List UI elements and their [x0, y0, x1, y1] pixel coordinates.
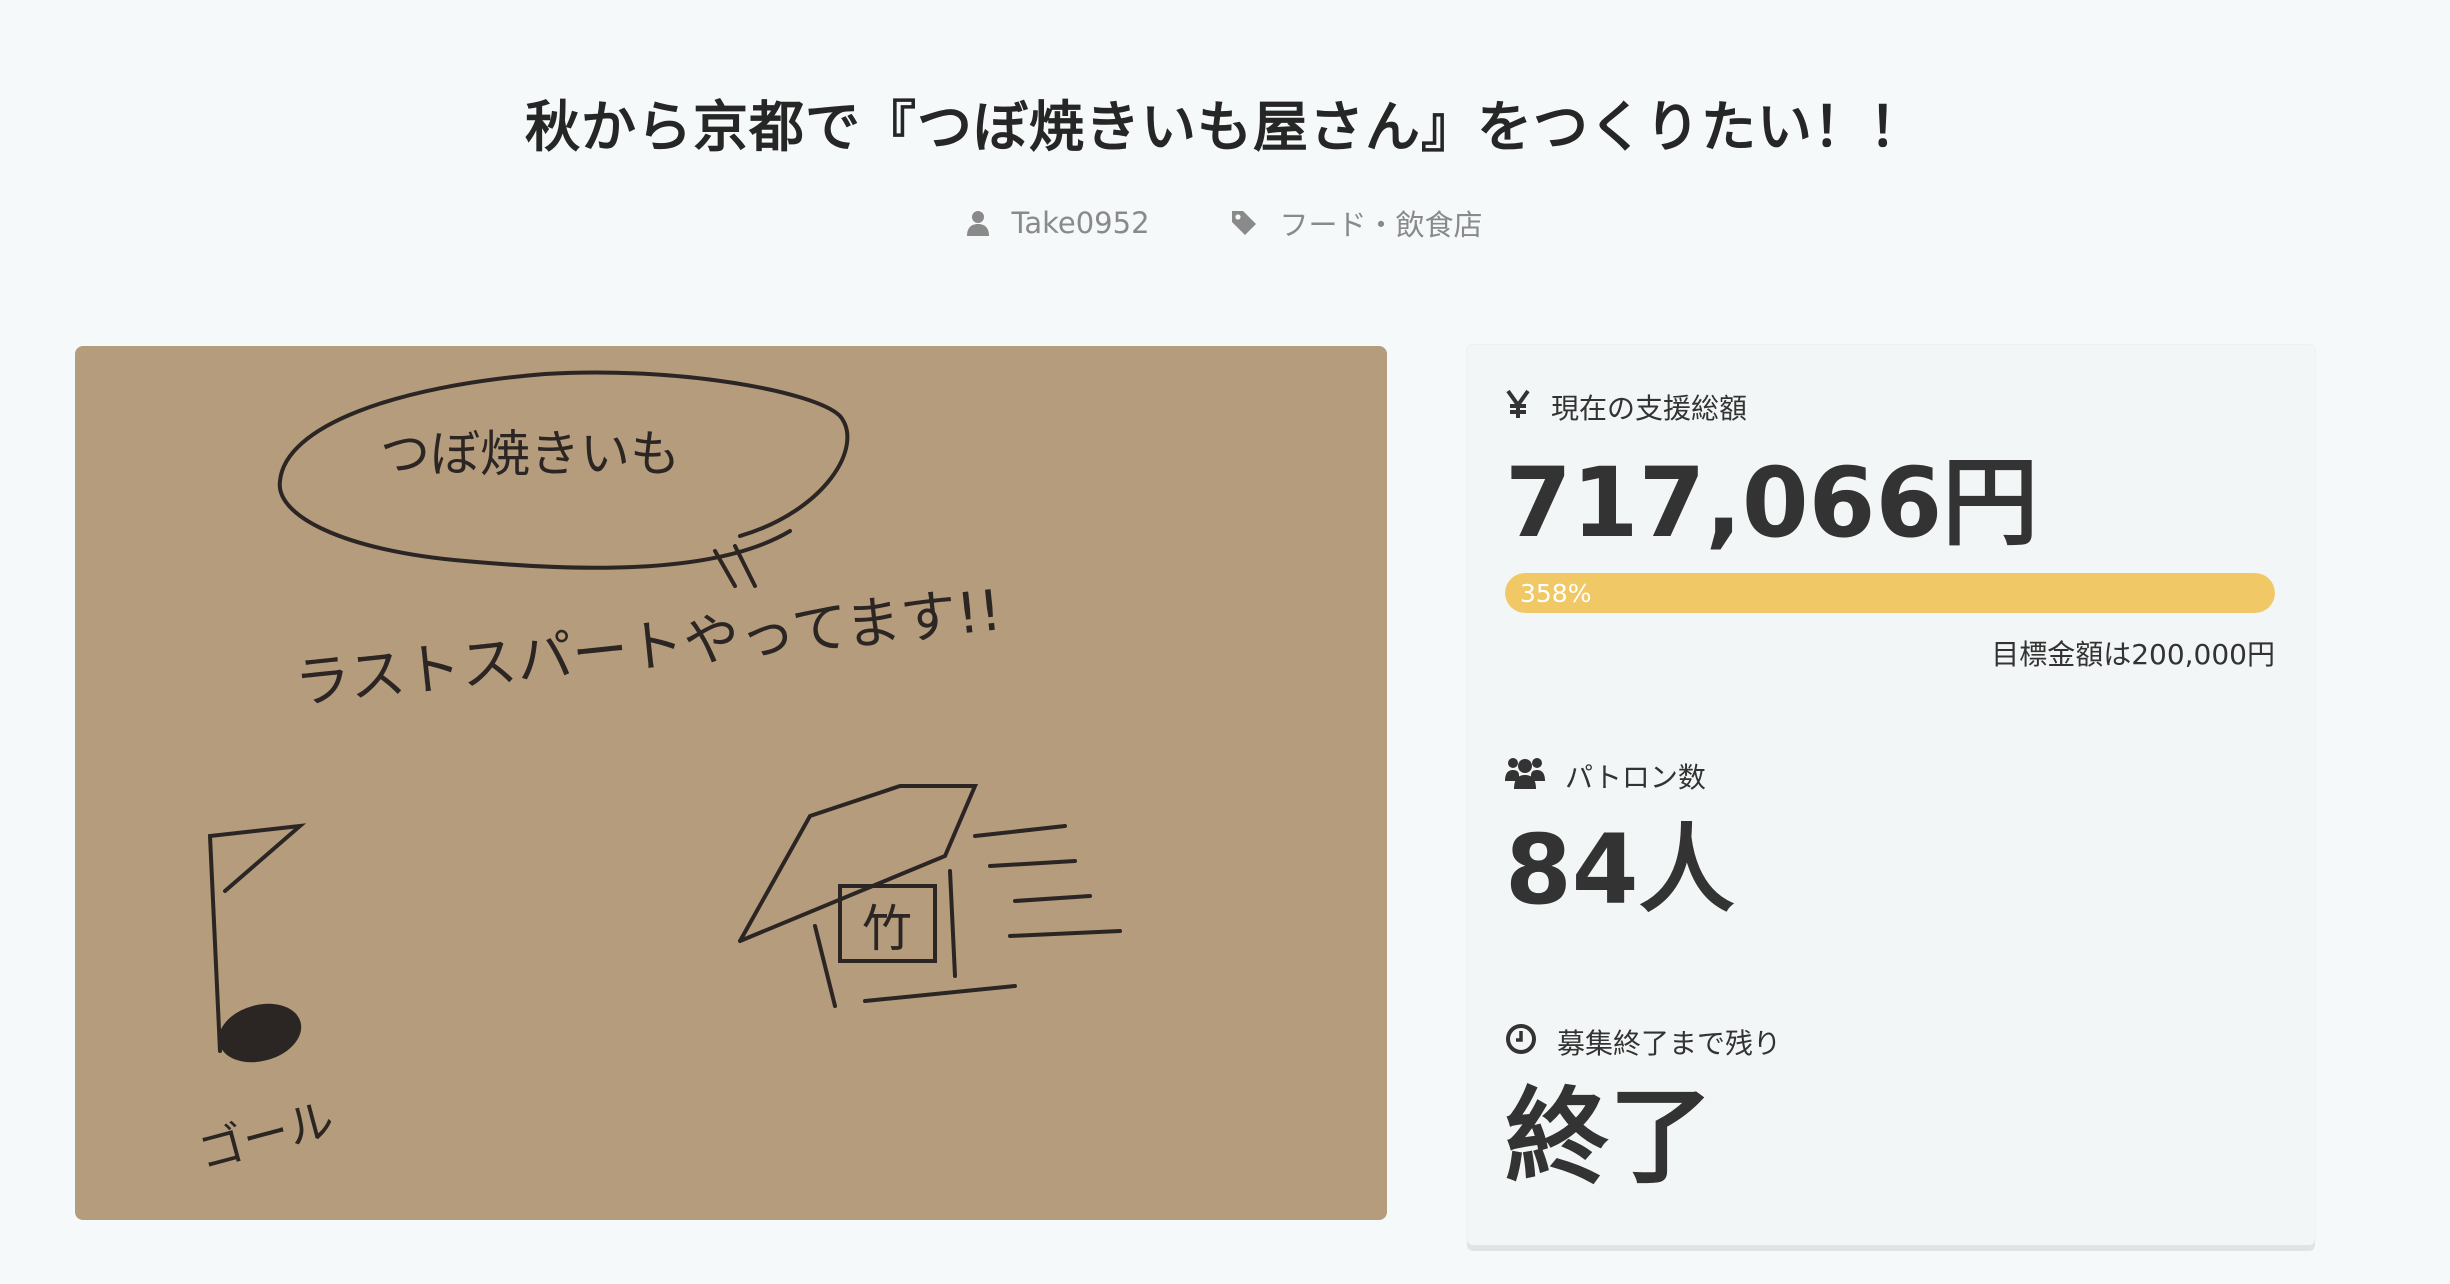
goal-amount: 目標金額は200,000円: [1991, 638, 2275, 671]
remaining-label-text: 募集終了まで残り: [1557, 1027, 1782, 1060]
hero-image: つぼ焼きいも ラストスパートやってます!! ゴール 竹: [75, 346, 1387, 1220]
shop-sign: 竹: [862, 900, 912, 958]
yen-icon: [1505, 389, 1531, 426]
patrons-label-text: パトロン数: [1565, 760, 1706, 794]
amount-value: 717,066円: [1505, 447, 2039, 559]
author-name: Take0952: [1011, 206, 1150, 240]
progress-bar: 358%: [1505, 573, 2275, 613]
stats-panel: 現在の支援総額 717,066円 358% 目標金額は200,000円 パトロン…: [1467, 345, 2315, 1245]
amount-label: 現在の支援総額: [1505, 387, 1747, 427]
author-link[interactable]: Take0952: [967, 202, 1150, 244]
tag-icon: [1230, 209, 1258, 237]
remaining-label: 募集終了まで残り: [1505, 1022, 1781, 1062]
shop-drawing: [738, 784, 979, 1008]
patrons-value: 84人: [1505, 814, 1735, 926]
category-link[interactable]: フード・飲食店: [1230, 202, 1483, 244]
project-meta: Take0952 フード・飲食店: [0, 202, 2450, 244]
bubble-text: つぼ焼きいも: [380, 425, 680, 483]
clock-icon: [1505, 1023, 1537, 1062]
amount-label-text: 現在の支援総額: [1551, 392, 1748, 425]
main-text: ラストスパートやってます!!: [292, 578, 1005, 717]
project-title: 秋から京都で『つぼ焼きいも屋さん』をつくりたい！！: [524, 95, 1925, 159]
users-icon: [1505, 755, 1545, 796]
goal-text: ゴール: [192, 1092, 339, 1180]
category-name: フード・飲食店: [1279, 208, 1483, 242]
golf-hole: [218, 1003, 302, 1063]
patrons-label: パトロン数: [1505, 755, 1706, 796]
user-icon: [967, 210, 990, 236]
progress-fill: 358%: [1505, 573, 2275, 613]
remaining-value: 終了: [1505, 1076, 1714, 1198]
